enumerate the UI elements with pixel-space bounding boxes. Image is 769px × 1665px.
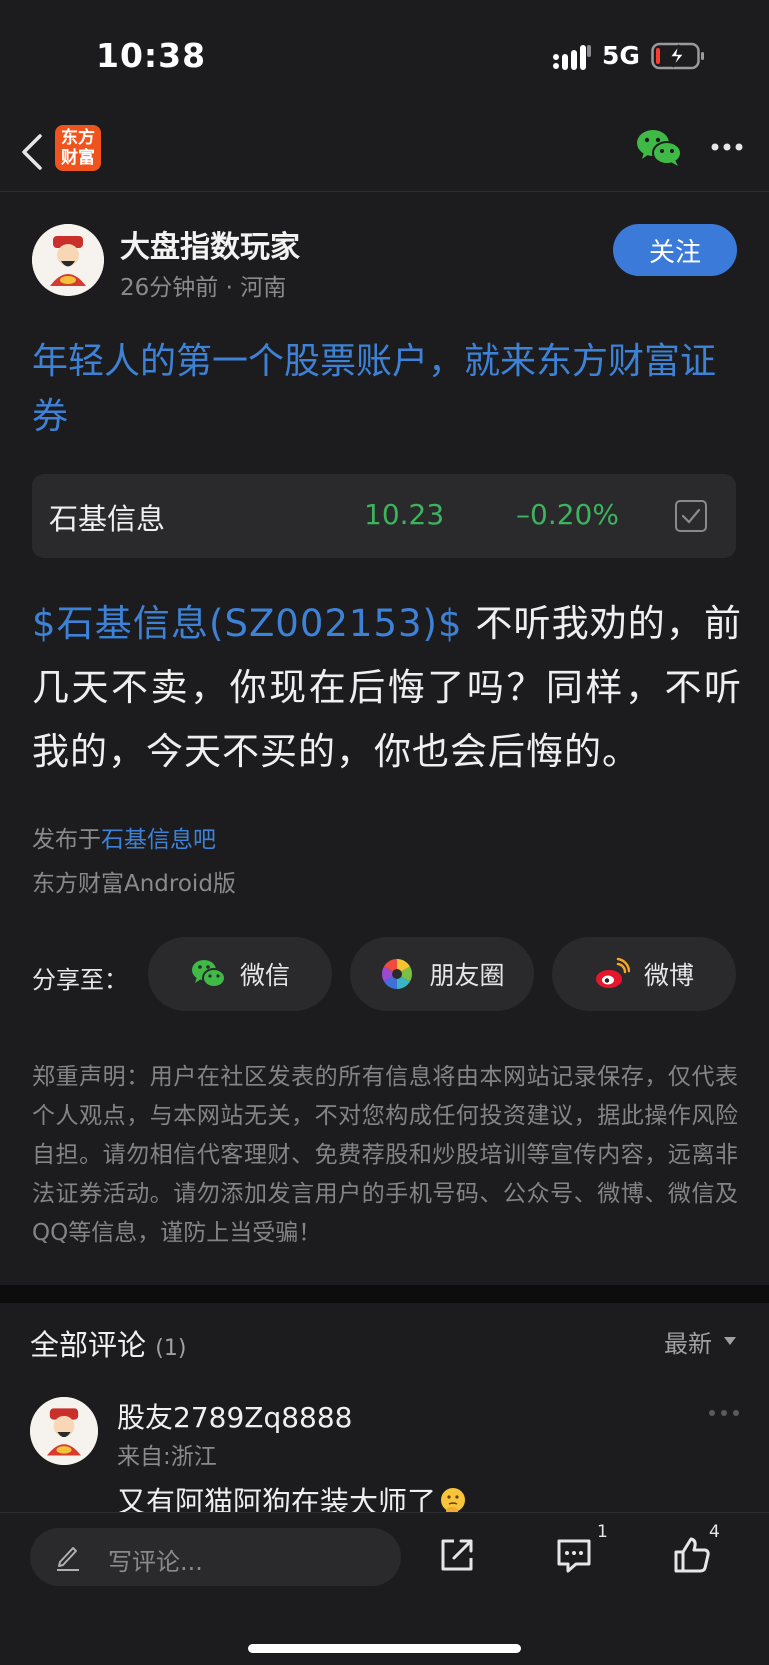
stock-name: 石基信息: [49, 502, 166, 536]
commenter-location: 来自:浙江: [117, 1444, 217, 1470]
commenter-avatar[interactable]: [30, 1397, 98, 1465]
comment-more-icon[interactable]: [708, 1409, 740, 1417]
watchlist-check-icon[interactable]: [674, 499, 708, 533]
author-name[interactable]: 大盘指数玩家: [120, 222, 300, 266]
section-divider: [0, 1285, 769, 1303]
post-time-location: 26分钟前 · 河南: [120, 275, 287, 301]
comment-count-badge: 1: [597, 1522, 608, 1542]
post-content: $石基信息(SZ002153)$ 不听我劝的，前几天不卖，你现在后悔了吗？同样，…: [32, 592, 742, 784]
home-indicator[interactable]: [248, 1644, 521, 1653]
comments-title: 全部评论: [30, 1328, 147, 1362]
eastmoney-logo[interactable]: 东方 财富: [55, 125, 101, 171]
share-label: 分享至：: [32, 966, 128, 994]
share-weibo-button[interactable]: 微博: [552, 937, 736, 1011]
published-prefix: 发布于: [32, 827, 101, 853]
network-label: 5G: [602, 41, 640, 70]
more-options-icon[interactable]: [710, 142, 744, 152]
pencil-icon: [57, 1547, 79, 1571]
wechat-icon[interactable]: [636, 128, 682, 168]
client-source: 东方财富Android版: [32, 871, 236, 897]
signal-icon: [553, 45, 591, 70]
thumbs-up-icon[interactable]: [672, 1535, 712, 1575]
nav-bar: 东方 财富: [0, 112, 769, 192]
status-time: 10:38: [96, 36, 207, 75]
wechat-icon: [191, 960, 226, 988]
comments-count: (1): [155, 1336, 187, 1361]
author-avatar[interactable]: [32, 224, 104, 296]
ad-title-link[interactable]: 年轻人的第一个股票账户，就来东方财富证券: [32, 334, 742, 444]
stock-price: 10.23: [364, 498, 445, 531]
sort-dropdown[interactable]: 最新: [664, 1324, 712, 1359]
disclaimer-text: 郑重声明：用户在社区发表的所有信息将由本网站记录保存，仅代表个人观点，与本网站无…: [32, 1064, 738, 1246]
stock-tag-link[interactable]: $石基信息(SZ002153)$: [32, 602, 463, 645]
share-moments-button[interactable]: 朋友圈: [350, 937, 534, 1011]
stock-quote-card[interactable]: 石基信息 10.23 –0.20%: [32, 474, 736, 558]
bottom-toolbar: 写评论... 1 4: [0, 1512, 769, 1665]
comment-input[interactable]: 写评论...: [30, 1528, 401, 1586]
comments-header: 全部评论 (1): [30, 1322, 186, 1364]
comment-placeholder: 写评论...: [108, 1548, 203, 1576]
caishen-avatar-icon: [30, 1397, 98, 1465]
published-in: 发布于石基信息吧: [32, 820, 216, 854]
comment-bubble-icon[interactable]: [554, 1535, 594, 1575]
share-wechat-label: 微信: [239, 961, 290, 990]
commenter-name[interactable]: 股友2789Zq8888: [117, 1396, 352, 1436]
like-count-badge: 4: [709, 1522, 720, 1542]
stock-change-percent: –0.20%: [516, 498, 619, 531]
share-icon[interactable]: [437, 1535, 477, 1575]
moments-aperture-icon: [382, 959, 413, 989]
status-bar: 10:38 5G: [0, 0, 769, 112]
stock-bar-link[interactable]: 石基信息吧: [101, 827, 216, 853]
weibo-icon: [595, 957, 630, 988]
share-weibo-label: 微博: [643, 961, 694, 990]
back-arrow-icon[interactable]: [16, 130, 46, 174]
follow-button[interactable]: 关注: [613, 224, 737, 276]
share-moments-label: 朋友圈: [429, 961, 505, 990]
caret-down-icon[interactable]: [723, 1336, 737, 1346]
caishen-avatar-icon: [32, 224, 104, 296]
share-wechat-button[interactable]: 微信: [148, 937, 332, 1011]
battery-charging-icon: [651, 42, 704, 70]
